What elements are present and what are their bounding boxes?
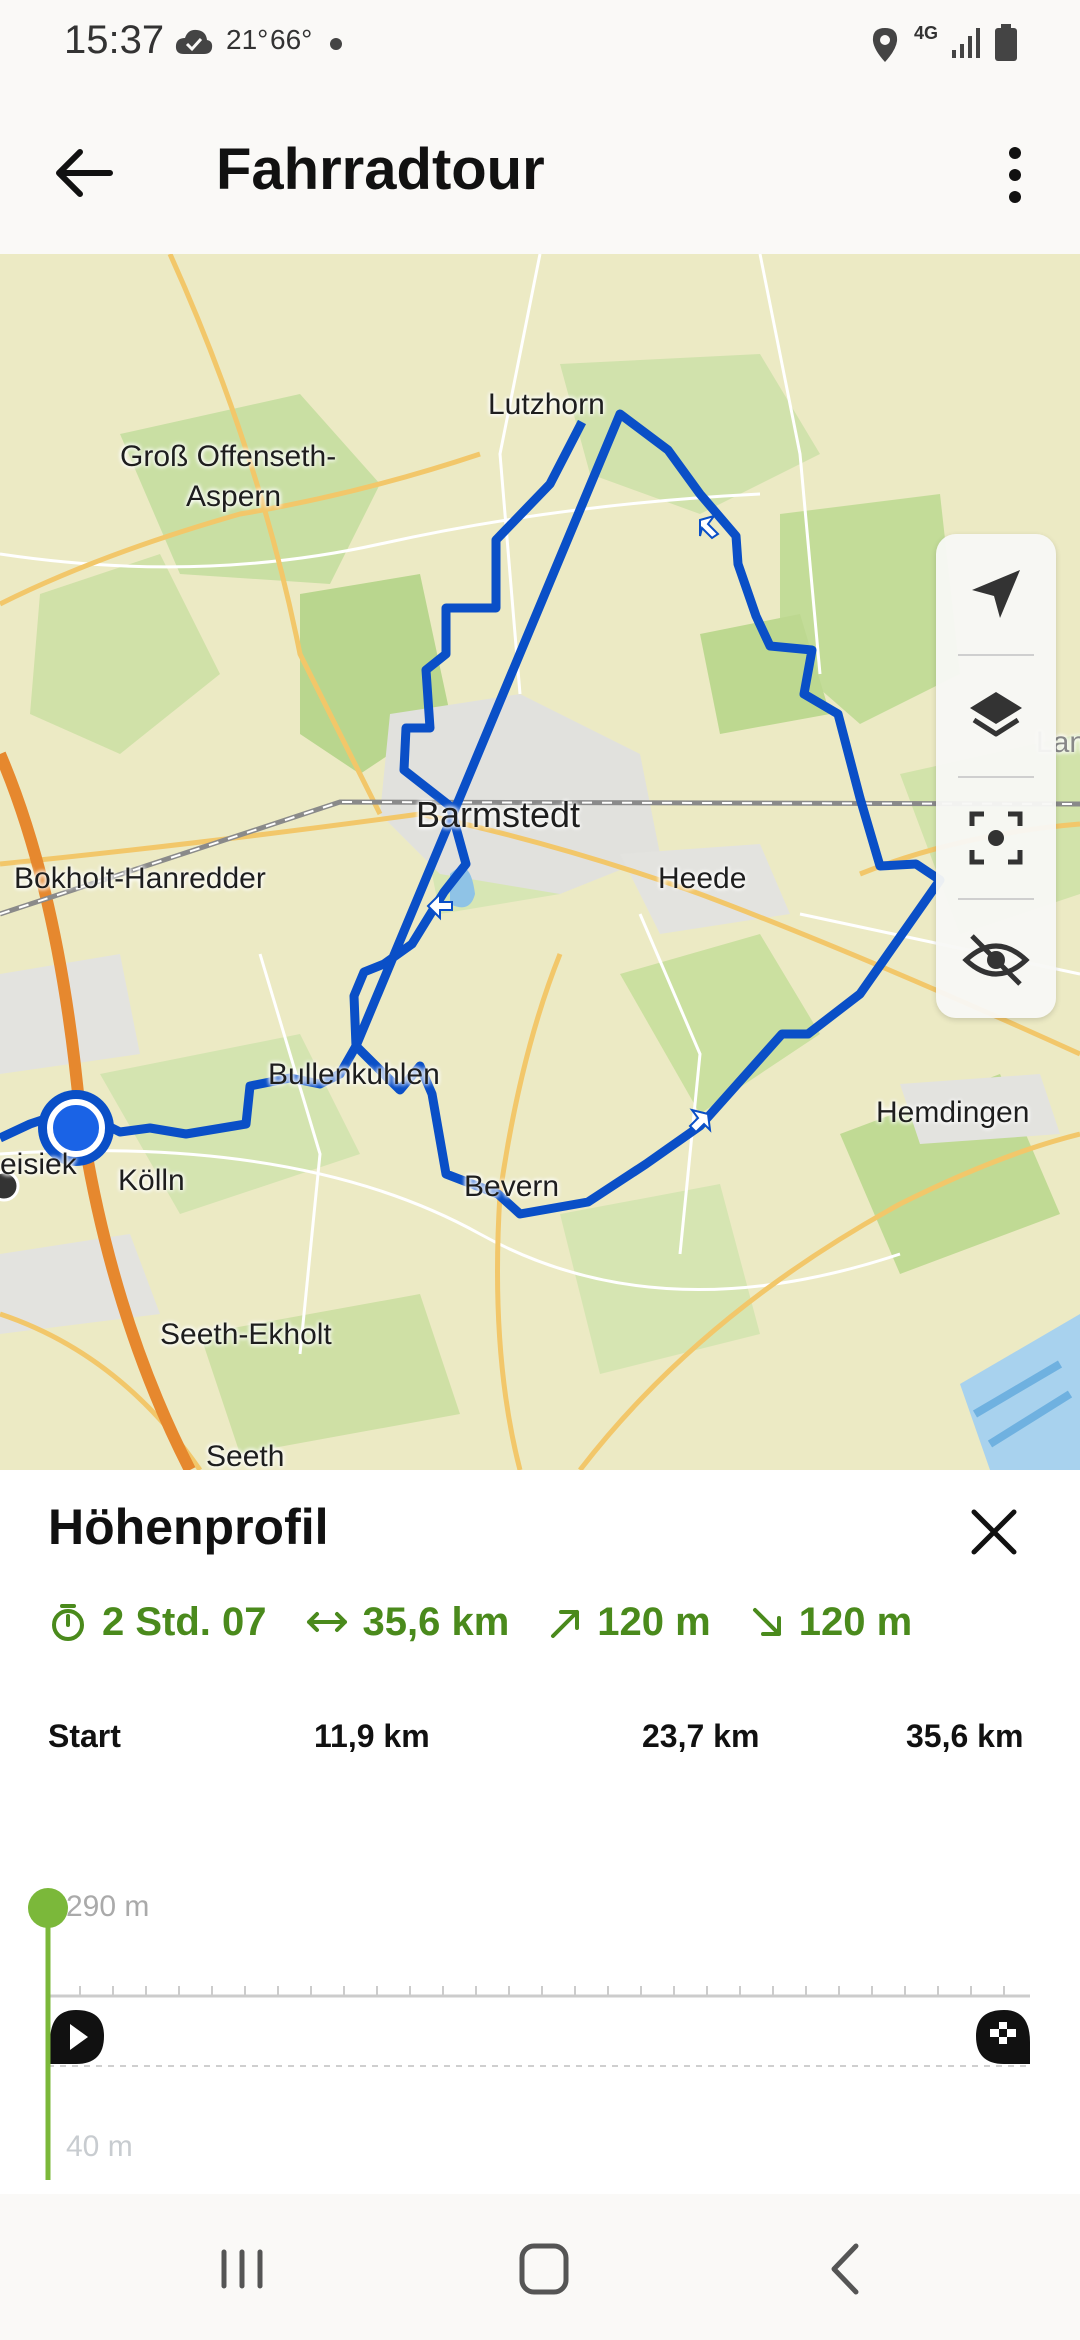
place-lutzhorn: Lutzhorn — [488, 388, 605, 421]
place-heede: Heede — [658, 862, 747, 895]
place-aspern: Aspern — [186, 480, 282, 513]
sheet-title: Höhenprofil — [48, 1499, 329, 1555]
signal-icon — [952, 28, 980, 58]
hide-overlay-button[interactable] — [936, 900, 1056, 1020]
place-barmstedt: Barmstedt — [416, 794, 581, 835]
my-location-button[interactable] — [936, 534, 1056, 654]
distance-icon — [306, 1612, 347, 1632]
battery-icon — [995, 24, 1017, 61]
back-button[interactable] — [48, 138, 118, 208]
status-temperature-c: 21° — [226, 24, 269, 55]
focus-center-icon — [969, 811, 1023, 865]
layers-icon — [970, 692, 1022, 737]
map-tools-panel — [936, 534, 1056, 1018]
place-kolln: Kölln — [118, 1164, 185, 1197]
place-hemdingen: Hemdingen — [876, 1096, 1030, 1129]
stat-duration: 2 Std. 07 — [48, 1600, 267, 1645]
ascent-value: 120 m — [597, 1599, 711, 1644]
axis-label-km3: 35,6 km — [906, 1718, 1024, 1754]
place-seeth-ekholt: Seeth-Ekholt — [160, 1318, 332, 1351]
elevation-profile-sheet: Höhenprofil 2 Std. 07 35,6 km 120 m 120 … — [0, 1470, 1080, 2194]
place-bullenkuhlen: Bullenkuhlen — [268, 1058, 440, 1091]
map-layers-button[interactable] — [936, 656, 1056, 776]
place-heisiek: eisiek — [0, 1148, 77, 1181]
finish-marker-icon — [976, 2010, 1030, 2064]
start-marker-icon — [50, 2010, 104, 2064]
page-title: Fahrradtour — [216, 137, 545, 202]
place-bokholt-hanredder: Bokholt-Hanredder — [14, 862, 266, 895]
elevation-chart[interactable] — [0, 1680, 1080, 2180]
axis-label-km2: 23,7 km — [642, 1718, 760, 1754]
more-options-button[interactable] — [990, 140, 1040, 210]
descent-icon — [752, 1608, 781, 1636]
navigation-arrow-icon — [972, 570, 1020, 618]
place-gross-offenseth: Groß Offenseth- — [120, 440, 337, 473]
elevation-max-label: 290 m — [66, 1890, 150, 1923]
place-seeth: Seeth — [206, 1440, 285, 1470]
ascent-icon — [551, 1610, 580, 1638]
close-button[interactable] — [964, 1502, 1024, 1562]
status-time: 15:37 — [64, 18, 165, 62]
duration-value: 2 Std. 07 — [102, 1599, 267, 1644]
notification-dot — [330, 38, 342, 50]
stat-distance: 35,6 km — [305, 1599, 510, 1645]
system-nav-bar — [0, 2194, 1080, 2340]
visibility-off-icon — [962, 934, 1030, 986]
descent-value: 120 m — [798, 1599, 913, 1644]
status-bar: 15:37 21° 66° 4G — [0, 0, 1080, 90]
network-type-label: 4G — [914, 23, 939, 43]
recent-apps-button[interactable] — [202, 2234, 282, 2304]
app-bar: Fahrradtour — [0, 90, 1080, 254]
status-temperature-f: 66° — [270, 24, 313, 55]
distance-value: 35,6 km — [362, 1599, 510, 1644]
stat-ascent: 120 m — [547, 1599, 711, 1645]
route-map[interactable]: Lutzhorn Groß Offenseth- Aspern Barmsted… — [0, 254, 1080, 1470]
elevation-min-label: 40 m — [66, 2130, 133, 2163]
tour-stats: 2 Std. 07 35,6 km 120 m 120 m — [48, 1592, 950, 1652]
back-nav-button[interactable] — [806, 2234, 886, 2304]
center-route-button[interactable] — [936, 778, 1056, 898]
location-icon — [872, 28, 898, 62]
position-handle[interactable] — [28, 1888, 68, 1928]
stat-descent: 120 m — [749, 1600, 912, 1645]
axis-label-km1: 11,9 km — [314, 1718, 430, 1754]
home-button[interactable] — [504, 2234, 584, 2304]
stopwatch-icon — [52, 1604, 84, 1641]
axis-label-start: Start — [48, 1718, 121, 1754]
cloud-check-icon — [175, 29, 213, 54]
place-bevern: Bevern — [464, 1170, 560, 1203]
